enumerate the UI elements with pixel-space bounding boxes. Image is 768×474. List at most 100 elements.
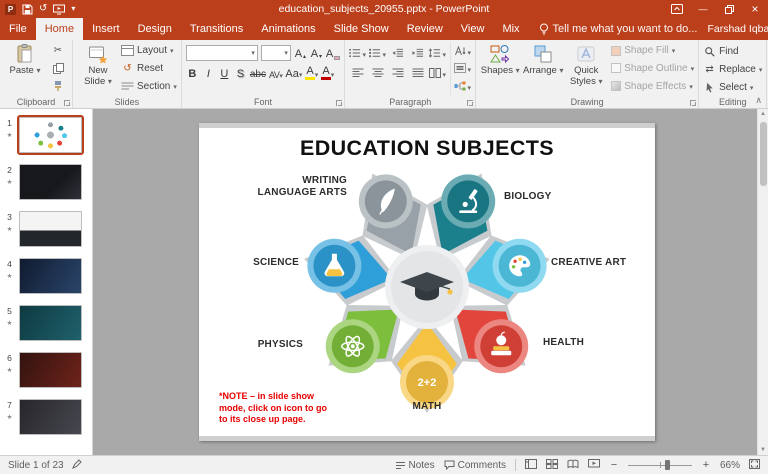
undo-icon[interactable]: [39, 4, 47, 14]
paste-button[interactable]: Paste: [4, 42, 46, 95]
slide-note[interactable]: *NOTE – in slide show mode, click on ico…: [219, 391, 331, 426]
slide-indicator[interactable]: Slide 1 of 23: [8, 460, 64, 471]
save-icon[interactable]: [22, 4, 33, 15]
convert-to-smartart-button[interactable]: [454, 79, 471, 94]
zoom-level[interactable]: 66%: [720, 460, 740, 471]
align-left-button[interactable]: [349, 65, 366, 80]
font-dialog-launcher[interactable]: [336, 100, 343, 106]
notes-button[interactable]: Notes: [395, 460, 435, 471]
ink-icon[interactable]: [71, 458, 82, 472]
font-size-select[interactable]: [260, 44, 291, 61]
scroll-up-icon[interactable]: ▲: [760, 109, 766, 119]
tab-design[interactable]: Design: [129, 18, 181, 40]
underline-button[interactable]: U: [218, 65, 231, 81]
account-name[interactable]: Farshad Iqbal: [707, 23, 768, 35]
font-name-select[interactable]: [185, 44, 258, 61]
shape-outline-button[interactable]: Shape Outline: [611, 61, 694, 76]
new-slide-button[interactable]: New Slide: [77, 42, 119, 95]
subject-icon-atom[interactable]: [325, 319, 380, 374]
tab-review[interactable]: Review: [398, 18, 452, 40]
slide-canvas[interactable]: 2+2 EDUCATION SUBJECTS *NOTE – in slide …: [199, 123, 655, 441]
subject-icon-microscope[interactable]: [441, 174, 496, 229]
drawing-dialog-launcher[interactable]: [690, 100, 697, 106]
shapes-button[interactable]: Shapes: [480, 42, 520, 95]
line-spacing-button[interactable]: [429, 45, 446, 60]
increase-indent-button[interactable]: [409, 45, 426, 60]
subject-icon-flask[interactable]: [307, 238, 362, 293]
columns-button[interactable]: [429, 65, 446, 80]
slide-title[interactable]: EDUCATION SUBJECTS: [199, 136, 655, 161]
restore-button[interactable]: [716, 0, 742, 18]
graduation-cap-icon[interactable]: [385, 245, 469, 329]
replace-button[interactable]: Replace: [703, 62, 762, 77]
justify-button[interactable]: [409, 65, 426, 80]
clipboard-dialog-launcher[interactable]: [64, 100, 70, 106]
arrange-button[interactable]: Arrange: [522, 42, 564, 95]
text-direction-button[interactable]: [454, 43, 471, 58]
subject-label-atom[interactable]: PHYSICS: [227, 339, 303, 351]
subject-label-microscope[interactable]: BIOLOGY: [504, 191, 614, 203]
zoom-out-button[interactable]: −: [609, 459, 619, 471]
clear-formatting-button[interactable]: A: [326, 45, 341, 61]
subject-label-flask[interactable]: SCIENCE: [217, 257, 299, 269]
tab-slide-show[interactable]: Slide Show: [325, 18, 398, 40]
align-center-button[interactable]: [369, 65, 386, 80]
quick-styles-button[interactable]: Quick Styles: [566, 42, 606, 95]
slide-thumbnail-2[interactable]: [19, 164, 82, 200]
decrease-font-size-button[interactable]: A: [310, 45, 323, 61]
qat-customize-chevron[interactable]: [71, 5, 75, 13]
zoom-slider[interactable]: [627, 459, 692, 471]
subject-label-apple-books[interactable]: HEALTH: [543, 337, 629, 349]
subject-icon-quill[interactable]: [358, 174, 413, 229]
tab-animations[interactable]: Animations: [252, 18, 324, 40]
slide-thumbnail-1[interactable]: [17, 115, 84, 155]
start-slideshow-icon[interactable]: [53, 4, 66, 15]
tab-mix[interactable]: Mix: [493, 18, 528, 40]
paragraph-dialog-launcher[interactable]: [467, 100, 474, 106]
scroll-down-icon[interactable]: ▼: [760, 445, 766, 455]
slideshow-view-button[interactable]: [587, 458, 600, 472]
comments-button[interactable]: Comments: [444, 460, 506, 471]
find-button[interactable]: Find: [703, 44, 762, 59]
subject-label-math[interactable]: MATH: [377, 401, 477, 413]
slide-sorter-view-button[interactable]: [545, 458, 558, 472]
slide-thumbnail-6[interactable]: [19, 352, 82, 388]
section-button[interactable]: Section: [121, 79, 177, 94]
slide-thumbnail-5[interactable]: [19, 305, 82, 341]
minimize-button[interactable]: [690, 0, 716, 18]
subject-icon-palette[interactable]: [492, 238, 547, 293]
numbering-button[interactable]: [369, 45, 386, 60]
tab-transitions[interactable]: Transitions: [181, 18, 252, 40]
scrollbar-thumb[interactable]: [759, 122, 767, 186]
reset-button[interactable]: Reset: [121, 61, 177, 76]
slide-thumbnail-7[interactable]: [19, 399, 82, 435]
powerpoint-app-icon[interactable]: P: [5, 3, 16, 15]
strikethrough-button[interactable]: abc: [250, 65, 266, 81]
increase-font-size-button[interactable]: A: [294, 45, 307, 61]
reading-view-button[interactable]: [567, 459, 579, 472]
tell-me-box[interactable]: Tell me what you want to do...: [529, 18, 708, 40]
subject-label-palette[interactable]: CREATIVE ART: [551, 257, 647, 269]
tab-file[interactable]: File: [0, 18, 36, 40]
tab-view[interactable]: View: [452, 18, 494, 40]
normal-view-button[interactable]: [524, 458, 537, 472]
character-spacing-button[interactable]: AV: [269, 65, 282, 81]
bold-button[interactable]: B: [186, 65, 199, 81]
shape-fill-button[interactable]: Shape Fill: [611, 43, 694, 58]
tab-insert[interactable]: Insert: [83, 18, 129, 40]
layout-button[interactable]: Layout: [121, 43, 177, 58]
bullets-button[interactable]: [349, 45, 366, 60]
slide-thumbnail-3[interactable]: [19, 211, 82, 247]
subject-label-quill[interactable]: WRITING LANGUAGE ARTS: [247, 175, 347, 199]
select-button[interactable]: Select: [703, 80, 762, 95]
highlight-color-button[interactable]: A: [305, 65, 318, 81]
slide-thumbnail-4[interactable]: [19, 258, 82, 294]
subject-icon-apple-books[interactable]: [474, 319, 529, 374]
format-painter-button[interactable]: [50, 79, 66, 93]
copy-button[interactable]: [50, 61, 66, 75]
close-button[interactable]: [742, 0, 768, 18]
zoom-slider-thumb[interactable]: [664, 460, 670, 470]
zoom-in-button[interactable]: +: [701, 459, 711, 471]
cut-button[interactable]: [50, 44, 66, 58]
ribbon-display-options-icon[interactable]: [664, 0, 690, 18]
